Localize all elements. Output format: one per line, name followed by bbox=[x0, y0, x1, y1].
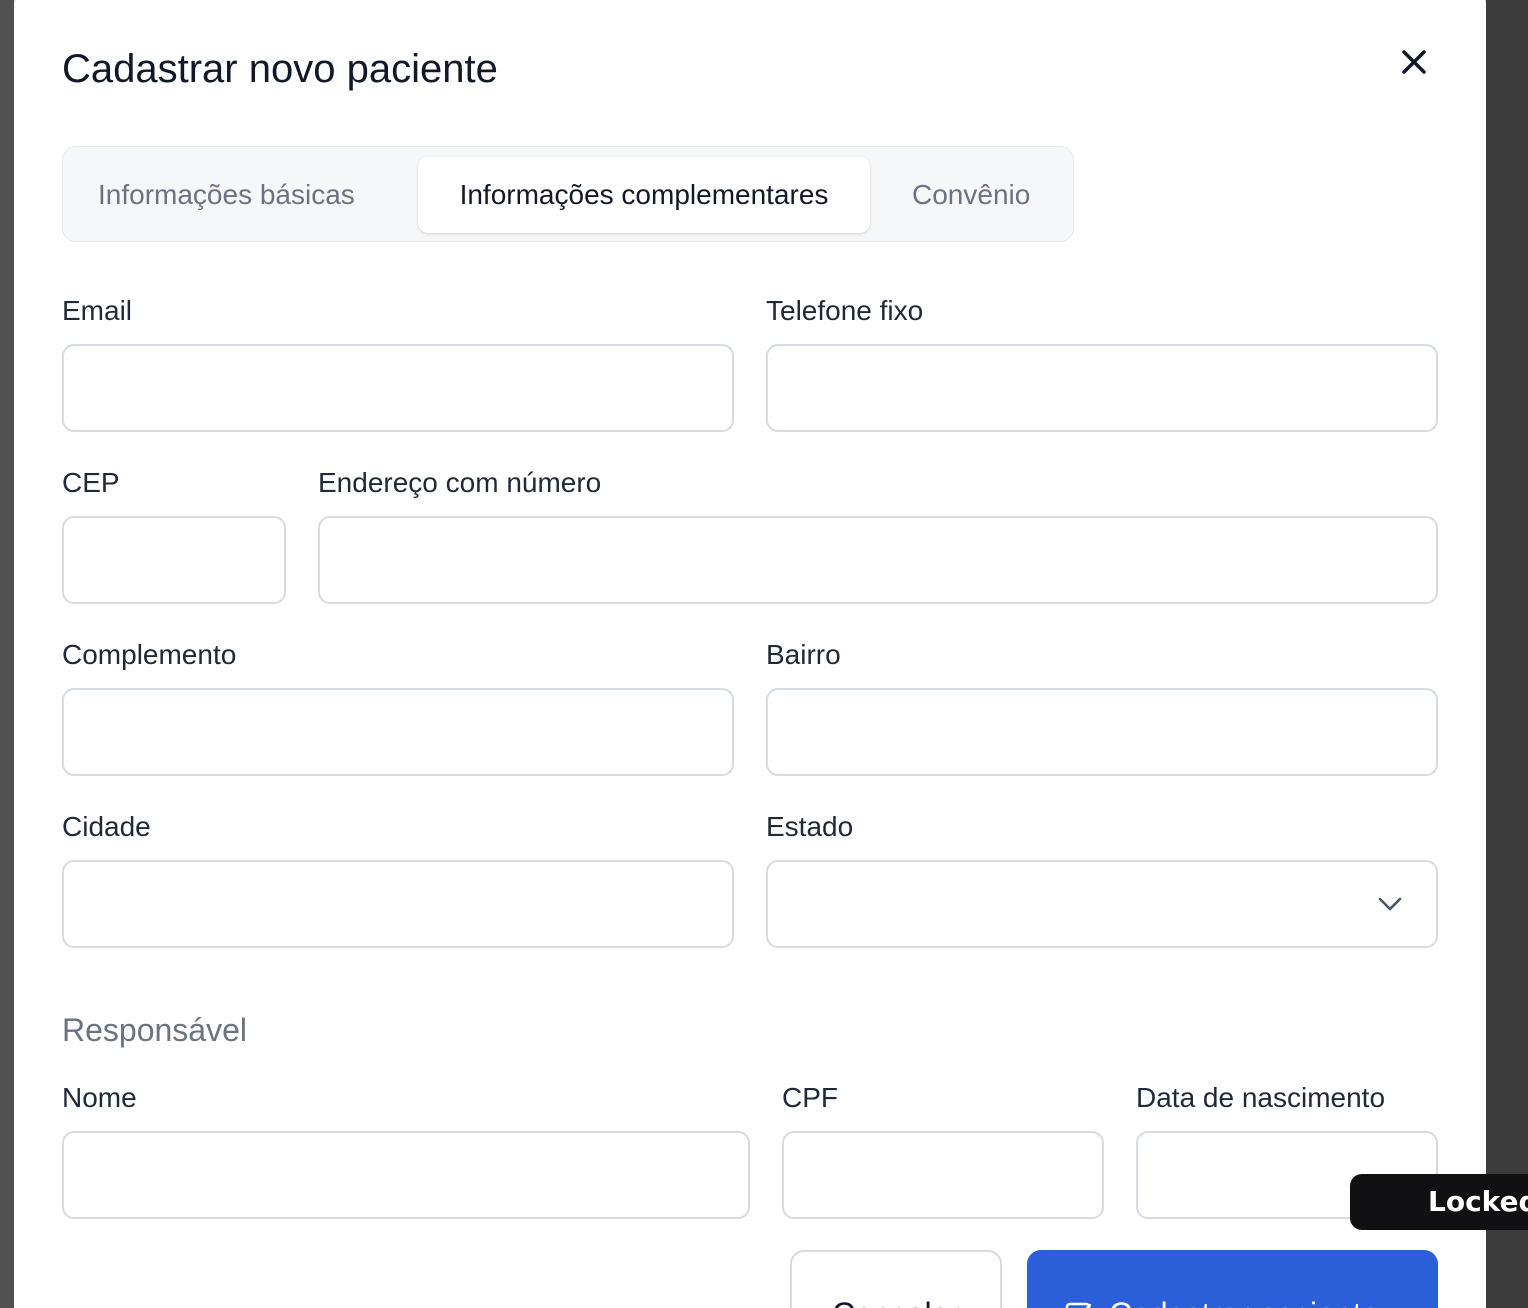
tab-convenio[interactable]: Convênio bbox=[912, 157, 1030, 233]
cidade-field[interactable] bbox=[62, 860, 734, 948]
responsavel-section-title: Responsável bbox=[62, 1012, 247, 1048]
cep-label: CEP bbox=[62, 467, 120, 498]
close-icon bbox=[1402, 50, 1426, 74]
close-button[interactable] bbox=[1394, 42, 1434, 82]
telefone-fixo-label: Telefone fixo bbox=[766, 295, 924, 326]
email-field[interactable] bbox=[62, 344, 734, 432]
tab-informacoes-basicas[interactable]: Informações básicas bbox=[98, 157, 355, 233]
cidade-label: Cidade bbox=[62, 811, 151, 842]
register-patient-modal: Cadastrar novo paciente Informações bási… bbox=[14, 0, 1486, 1308]
locked-badge: Locked bbox=[1350, 1174, 1528, 1230]
nome-field[interactable] bbox=[62, 1131, 750, 1219]
bairro-label: Bairro bbox=[766, 639, 841, 670]
data-nascimento-label: Data de nascimento bbox=[1136, 1082, 1386, 1113]
check-square-icon bbox=[1065, 1302, 1092, 1308]
cep-field[interactable] bbox=[62, 516, 286, 604]
backdrop-left bbox=[0, 0, 14, 1308]
tab-list: Informações básicas Informações compleme… bbox=[62, 146, 1074, 242]
email-label: Email bbox=[62, 295, 133, 326]
cpf-field[interactable] bbox=[782, 1131, 1104, 1219]
backdrop-right bbox=[1486, 0, 1528, 1308]
telefone-fixo-field[interactable] bbox=[766, 344, 1438, 432]
modal-title: Cadastrar novo paciente bbox=[62, 47, 498, 91]
complemento-label: Complemento bbox=[62, 639, 237, 670]
endereco-label: Endereço com número bbox=[318, 467, 602, 498]
complemento-field[interactable] bbox=[62, 688, 734, 776]
nome-label: Nome bbox=[62, 1082, 137, 1113]
cpf-label: CPF bbox=[782, 1082, 838, 1113]
bairro-field[interactable] bbox=[766, 688, 1438, 776]
tab-informacoes-complementares[interactable]: Informações complementares bbox=[418, 157, 870, 233]
estado-select[interactable] bbox=[766, 860, 1438, 948]
endereco-field[interactable] bbox=[318, 516, 1438, 604]
submit-label: Cadastrar paciente bbox=[1109, 1296, 1379, 1308]
estado-label: Estado bbox=[766, 811, 854, 842]
submit-patient-button[interactable]: Cadastrar paciente bbox=[1027, 1250, 1438, 1308]
cancel-button[interactable]: Cancelar bbox=[790, 1250, 1002, 1308]
